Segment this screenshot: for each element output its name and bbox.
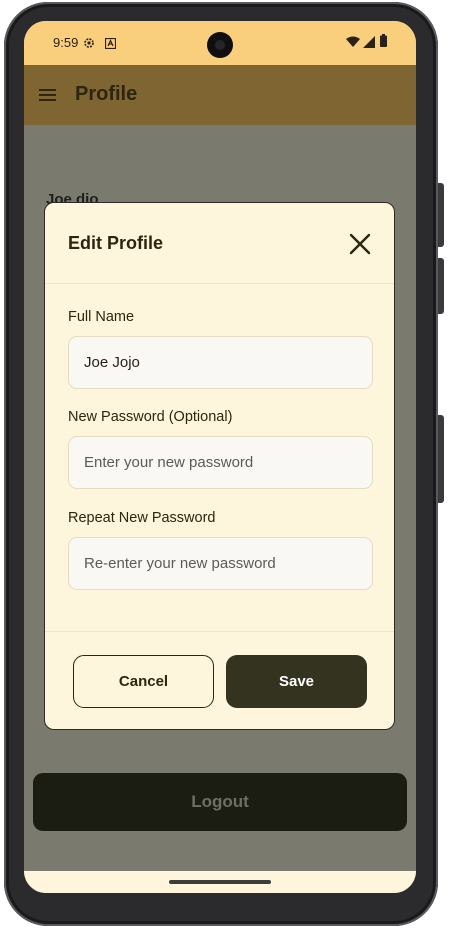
status-time: 9:59 (53, 35, 79, 50)
front-camera (207, 32, 233, 58)
close-icon[interactable] (346, 230, 374, 258)
home-handle[interactable] (169, 880, 271, 884)
volume-down-button (438, 415, 444, 503)
gesture-navigation-bar (24, 871, 416, 893)
save-button[interactable]: Save (226, 655, 367, 708)
logout-button[interactable]: Logout (33, 773, 407, 831)
new-password-label: New Password (Optional) (68, 409, 233, 425)
keyboard-a-icon (104, 36, 117, 54)
dialog-footer-divider (45, 631, 394, 632)
cancel-button[interactable]: Cancel (73, 655, 214, 708)
cell-signal-icon (363, 35, 375, 53)
hamburger-menu-icon[interactable] (38, 86, 58, 104)
dialog-header-divider (45, 283, 394, 284)
status-bar: 9:59 (24, 21, 416, 65)
phone-screen: 9:59 Profile Joe dio Logout Edit Profile (24, 21, 416, 893)
wifi-icon (346, 35, 360, 53)
app-bar: Profile (24, 65, 416, 125)
dialog-title: Edit Profile (68, 233, 164, 253)
volume-up-button (438, 258, 444, 314)
full-name-label: Full Name (68, 309, 135, 325)
repeat-password-input[interactable] (68, 537, 373, 590)
settings-gear-icon (83, 36, 95, 54)
edit-profile-dialog: Edit Profile Full Name New Password (Opt… (44, 202, 395, 730)
repeat-password-label: Repeat New Password (68, 510, 216, 526)
power-button (438, 183, 444, 247)
page-title: Profile (75, 83, 138, 105)
battery-icon (380, 34, 387, 52)
full-name-input[interactable] (68, 336, 373, 389)
new-password-input[interactable] (68, 436, 373, 489)
